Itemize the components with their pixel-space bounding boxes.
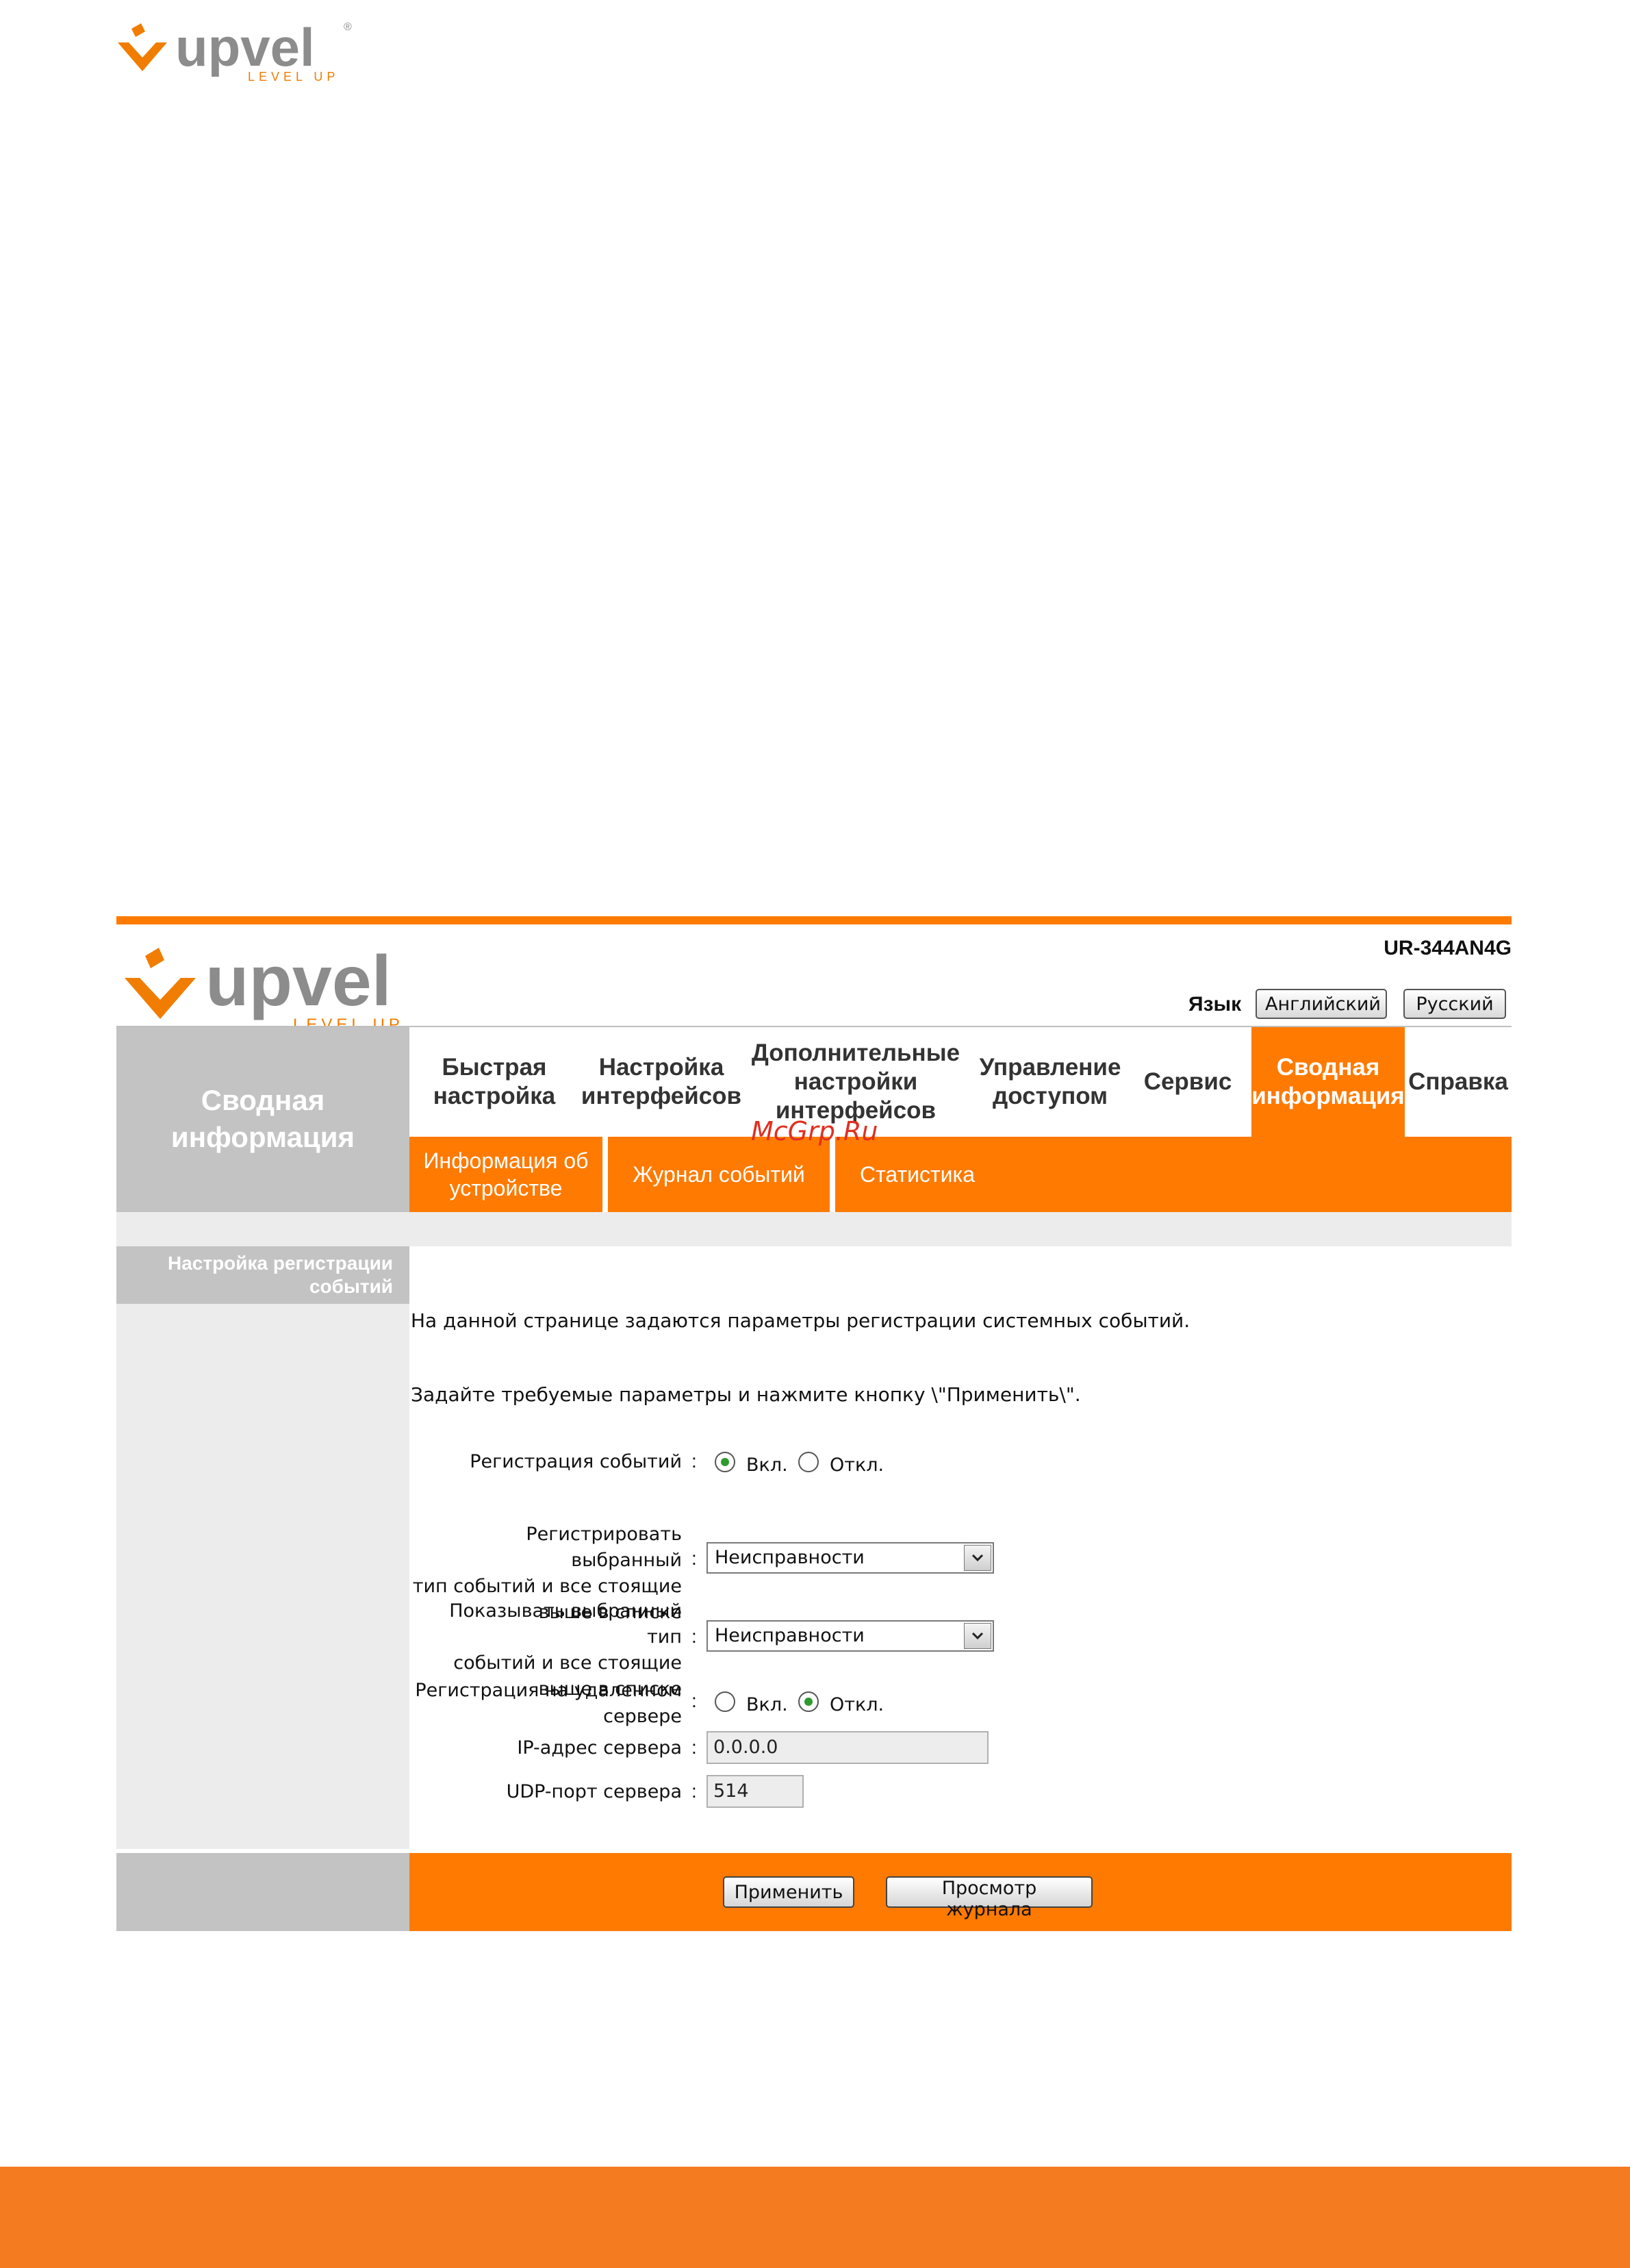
- model-name: UR-344AN4G: [1384, 937, 1512, 959]
- server-ip-input[interactable]: 0.0.0.0: [706, 1731, 989, 1764]
- language-label: Язык: [1188, 993, 1242, 1016]
- remote-on-label: Вкл.: [746, 1694, 788, 1715]
- header-logo: upvel LEVEL UP: [122, 937, 423, 1034]
- logo-wordmark: upvel: [175, 17, 315, 77]
- upvel-logo-icon: upvel LEVEL UP: [125, 942, 400, 1034]
- bottom-band: [0, 2167, 1630, 2268]
- server-port-input[interactable]: 514: [706, 1775, 804, 1808]
- remote-off-radio[interactable]: [798, 1691, 819, 1712]
- left-panel: Сводная информация: [116, 1027, 409, 1212]
- russian-button[interactable]: Русский: [1403, 989, 1506, 1019]
- left-column: [116, 1246, 409, 1849]
- instruction-text: Задайте требуемые параметры и нажмите кн…: [411, 1383, 1081, 1406]
- nav-quick-setup[interactable]: Быстрая настройка: [409, 1027, 579, 1137]
- nav-service[interactable]: Сервис: [1132, 1027, 1243, 1137]
- intro-text: На данной странице задаются параметры ре…: [411, 1309, 1190, 1332]
- logging-label: Регистрация событий: [470, 1451, 682, 1472]
- view-log-button[interactable]: Просмотр журнала: [886, 1876, 1093, 1920]
- remote-label: Регистрация на удаленном сервере: [415, 1680, 682, 1727]
- logging-on-radio[interactable]: [715, 1452, 735, 1472]
- svg-text:upvel: upvel: [205, 942, 392, 1021]
- watermark: McGrp.Ru: [751, 1116, 878, 1146]
- left-panel-title: Сводная информация: [170, 1084, 355, 1153]
- content-strip: [116, 1212, 1512, 1246]
- upvel-logo-icon: upvel ® LEVEL UP: [118, 17, 352, 84]
- tab-event-log[interactable]: Журнал событий: [608, 1137, 830, 1212]
- nav-help[interactable]: Справка: [1405, 1027, 1512, 1137]
- nav-access-control[interactable]: Управление доступом: [968, 1027, 1132, 1137]
- header: upvel LEVEL UP UR-344AN4G Язык Английски…: [116, 924, 1512, 1034]
- english-button[interactable]: Английский: [1256, 989, 1387, 1019]
- footer-left: [116, 1853, 409, 1931]
- server-port-label: UDP-порт сервера: [506, 1781, 682, 1802]
- svg-text:LEVEL UP: LEVEL UP: [248, 70, 339, 84]
- logging-on-label: Вкл.: [746, 1454, 788, 1476]
- remote-off-label: Откл.: [830, 1694, 884, 1715]
- remote-on-radio[interactable]: [715, 1691, 735, 1712]
- section-title: Настройка регистрации событий: [116, 1246, 409, 1304]
- server-ip-label: IP-адрес сервера: [517, 1737, 682, 1759]
- apply-button[interactable]: Применить: [723, 1876, 854, 1908]
- chevron-down-icon: [964, 1545, 991, 1571]
- log-level-select[interactable]: Неисправности: [706, 1542, 994, 1574]
- svg-text:®: ®: [344, 21, 352, 33]
- page-logo: upvel ® LEVEL UP: [118, 15, 364, 84]
- logging-off-label: Откл.: [830, 1454, 884, 1476]
- router-ui: upvel LEVEL UP UR-344AN4G Язык Английски…: [116, 916, 1512, 1931]
- tab-statistics[interactable]: Статистика: [835, 1137, 999, 1212]
- tab-device-info[interactable]: Информация об устройстве: [409, 1137, 602, 1212]
- subnav: Информация об устройстве Журнал событий С…: [409, 1137, 1512, 1212]
- nav-interfaces[interactable]: Настройка интерфейсов: [579, 1027, 743, 1137]
- logging-off-radio[interactable]: [798, 1452, 819, 1472]
- nav-summary[interactable]: Сводная информация: [1251, 1027, 1405, 1137]
- top-accent-bar: [116, 916, 1512, 924]
- display-level-select[interactable]: Неисправности: [706, 1620, 994, 1652]
- chevron-down-icon: [964, 1623, 991, 1649]
